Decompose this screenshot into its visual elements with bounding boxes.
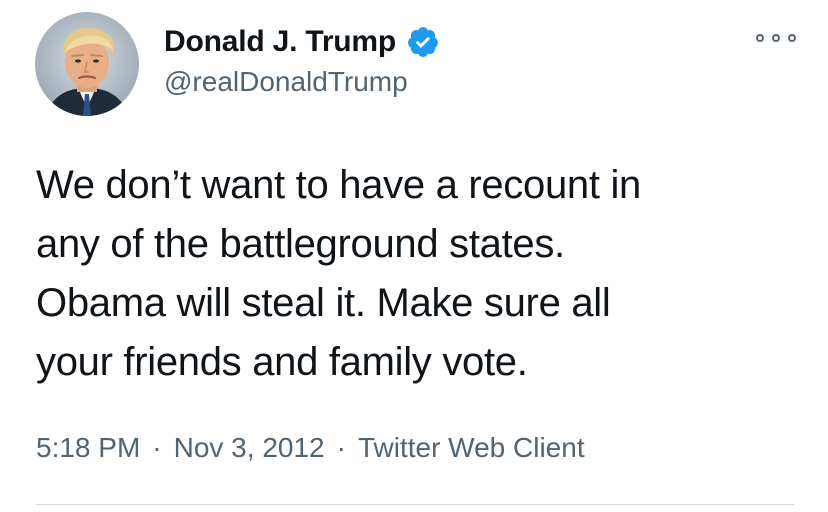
more-options-dot xyxy=(788,34,796,42)
tweet-text-line: Obama will steal it. Make sure all xyxy=(36,281,611,325)
tweet-text-line: your friends and family vote. xyxy=(36,340,528,384)
tweet-text-line: any of the battleground states. xyxy=(36,222,565,266)
verified-badge-icon xyxy=(406,25,440,59)
author-name-row: Donald J. Trump xyxy=(164,22,440,62)
more-options-dot xyxy=(772,34,780,42)
tweet-time[interactable]: 5:18 PM xyxy=(36,432,140,464)
meta-separator: · xyxy=(336,432,346,463)
profile-photo xyxy=(35,12,139,116)
tweet-text-line: We don’t want to have a recount in xyxy=(36,163,641,207)
divider xyxy=(36,504,794,505)
author-display-name[interactable]: Donald J. Trump xyxy=(164,25,396,59)
tweet-source[interactable]: Twitter Web Client xyxy=(358,432,585,464)
tweet-date[interactable]: Nov 3, 2012 xyxy=(174,432,325,464)
more-options-icon[interactable] xyxy=(756,28,796,48)
avatar[interactable] xyxy=(35,12,139,116)
meta-separator: · xyxy=(152,432,162,463)
more-options-dot xyxy=(756,34,764,42)
tweet-text: We don’t want to have a recount in any o… xyxy=(36,156,806,392)
tweet-metadata: 5:18 PM · Nov 3, 2012 · Twitter Web Clie… xyxy=(36,432,585,464)
tweet: Donald J. Trump @realDonaldTrump We don’… xyxy=(0,0,828,512)
author-handle[interactable]: @realDonaldTrump xyxy=(164,66,408,98)
